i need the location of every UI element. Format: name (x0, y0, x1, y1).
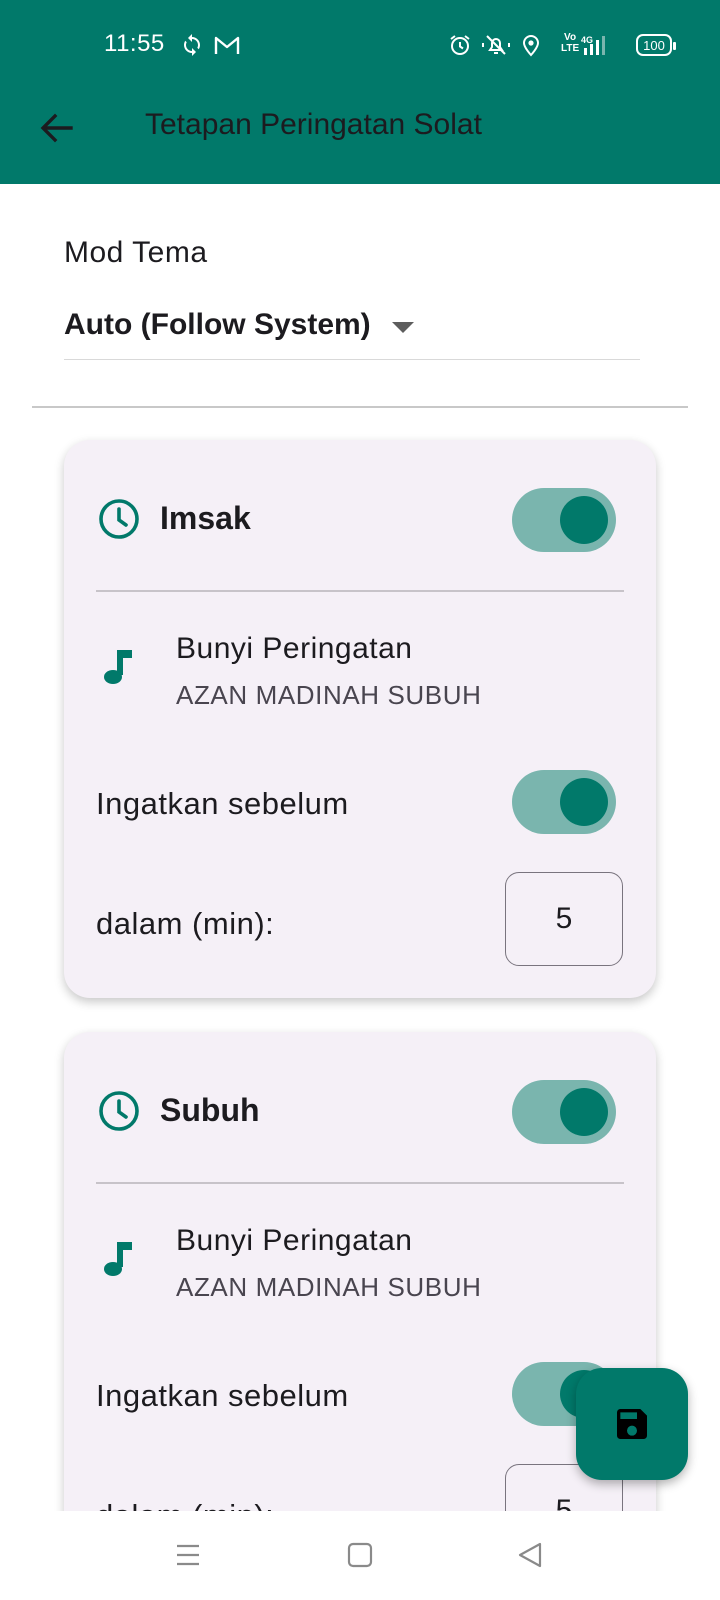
remind-before-label: Ingatkan sebelum (96, 1378, 349, 1413)
prayer-enabled-toggle[interactable] (512, 488, 616, 552)
square-home-icon (347, 1542, 373, 1568)
signal-icon: 4G (580, 32, 610, 58)
status-time: 11:55 (104, 30, 165, 57)
clock-icon (99, 499, 139, 539)
remind-before-toggle[interactable] (512, 770, 616, 834)
card-divider (96, 590, 624, 592)
theme-dropdown[interactable]: Auto (Follow System) (64, 304, 640, 360)
gmail-icon (214, 32, 240, 58)
clock-icon (99, 1091, 139, 1131)
music-note-icon (104, 650, 132, 684)
sound-setting-value[interactable]: AZAN MADINAH SUBUH (176, 1272, 482, 1303)
save-icon (617, 1409, 647, 1439)
card-divider (96, 1182, 624, 1184)
toggle-thumb (560, 778, 608, 826)
prayer-name: Imsak (160, 500, 251, 536)
battery-indicator: 100 (636, 34, 676, 56)
sound-setting-title[interactable]: Bunyi Peringatan (176, 1224, 413, 1258)
prayer-card-imsak: Imsak Bunyi Peringatan AZAN MADINAH SUBU… (64, 440, 656, 998)
menu-lines-icon (177, 1544, 199, 1566)
sound-setting-title[interactable]: Bunyi Peringatan (176, 632, 413, 666)
page-title: Tetapan Peringatan Solat (145, 108, 482, 141)
toggle-thumb (560, 496, 608, 544)
location-icon (520, 32, 542, 58)
sound-setting-value[interactable]: AZAN MADINAH SUBUH (176, 680, 482, 711)
dropdown-arrow-icon (392, 322, 414, 333)
app-bar: 11:55 Vo LTE 4G 100 Tetapan Peringatan So… (0, 0, 720, 184)
volte-indicator: Vo LTE (561, 32, 580, 54)
prayer-list[interactable]: Imsak Bunyi Peringatan AZAN MADINAH SUBU… (0, 408, 720, 1511)
mute-bell-icon (481, 32, 511, 58)
minutes-input[interactable]: 5 (505, 872, 623, 966)
arrow-back-icon (40, 113, 73, 143)
prayer-card-subuh: Subuh Bunyi Peringatan AZAN MADINAH SUBU… (64, 1032, 656, 1511)
back-nav-button[interactable] (508, 1533, 552, 1577)
system-nav-bar (0, 1511, 720, 1600)
save-button[interactable] (576, 1368, 688, 1480)
status-bar: 11:55 Vo LTE 4G 100 (0, 0, 720, 90)
prayer-enabled-toggle[interactable] (512, 1080, 616, 1144)
alarm-icon (448, 32, 472, 58)
home-button[interactable] (338, 1533, 382, 1577)
recents-button[interactable] (166, 1533, 210, 1577)
music-note-icon (104, 1242, 132, 1276)
theme-selected-value: Auto (Follow System) (64, 308, 371, 341)
minutes-label: dalam (min): (96, 1498, 274, 1511)
theme-label: Mod Tema (64, 236, 208, 269)
remind-before-label: Ingatkan sebelum (96, 786, 349, 821)
minutes-label: dalam (min): (96, 906, 275, 941)
svg-text:4G: 4G (581, 35, 593, 45)
triangle-back-icon (518, 1542, 542, 1568)
toggle-thumb (560, 1088, 608, 1136)
prayer-name: Subuh (160, 1092, 260, 1128)
sync-icon (180, 32, 204, 58)
back-button[interactable] (28, 100, 84, 156)
